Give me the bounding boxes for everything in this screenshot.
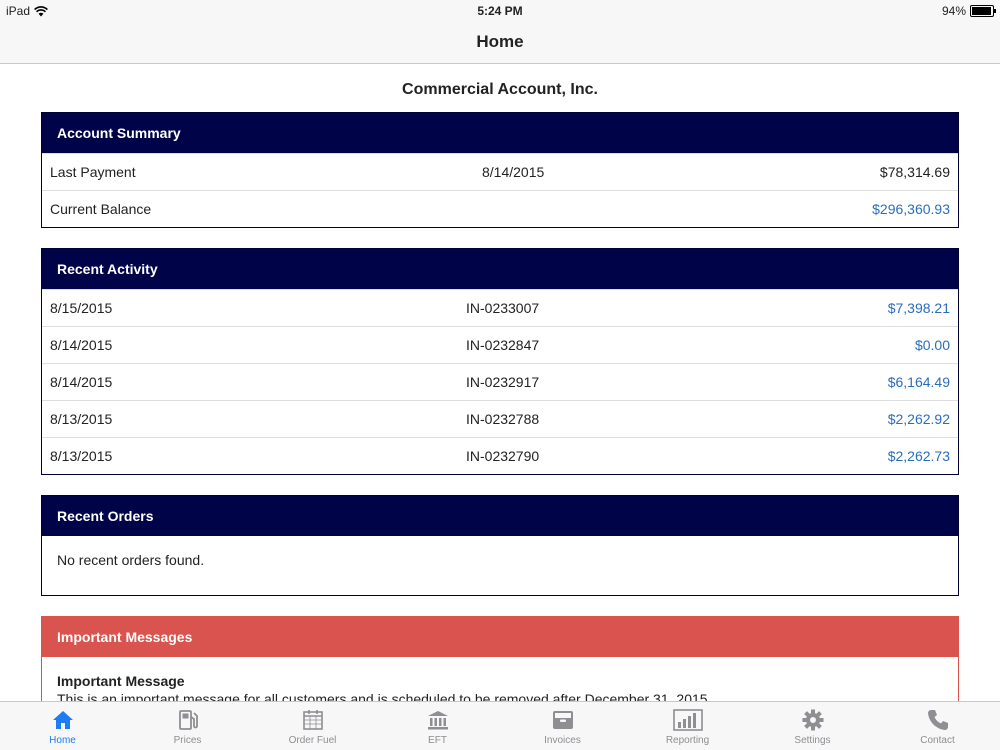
tab-label: Reporting [665,735,710,746]
tab-contact[interactable]: Contact [875,702,1000,750]
battery-icon [970,5,996,17]
nav-bar: Home [0,22,1000,64]
activity-date: 8/13/2015 [50,411,113,427]
activity-invoice: IN-0233007 [466,300,540,316]
tab-label: Home [49,735,76,746]
current-balance-amount[interactable]: $296,360.93 [872,191,950,227]
activity-invoice: IN-0232788 [466,411,540,427]
status-right: 94% [941,4,996,18]
bank-icon [427,711,448,730]
tab-label: Invoices [544,735,581,746]
last-payment-row[interactable]: Last Payment 8/14/2015 $78,314.69 [42,153,958,190]
tab-invoices[interactable]: Invoices [500,702,625,750]
activity-date: 8/13/2015 [50,448,113,464]
tab-settings[interactable]: Settings [750,702,875,750]
company-name: Commercial Account, Inc. [402,81,598,98]
recent-orders-header: Recent Orders [42,496,958,536]
tab-prices[interactable]: Prices [125,702,250,750]
activity-date: 8/14/2015 [50,337,113,353]
activity-row[interactable]: 8/13/2015 IN-0232788 $2,262.92 [42,400,958,437]
tab-order-fuel[interactable]: Order Fuel [250,702,375,750]
gear-icon [802,709,823,731]
activity-date: 8/15/2015 [50,300,113,316]
current-balance-row[interactable]: Current Balance $296,360.93 [42,190,958,227]
activity-row[interactable]: 8/14/2015 IN-0232917 $6,164.49 [42,363,958,400]
tab-bar: Home Prices Order Fuel EFT Invoices Repo… [0,701,1000,750]
activity-invoice: IN-0232847 [466,337,540,353]
file-box-icon [552,711,573,729]
activity-amount[interactable]: $2,262.92 [888,401,950,437]
last-payment-label: Last Payment [50,164,136,180]
activity-invoice: IN-0232790 [466,448,540,464]
tab-eft[interactable]: EFT [375,702,500,750]
tab-label: Contact [920,735,955,746]
recent-orders-panel: Recent Orders No recent orders found. [41,495,959,596]
activity-amount[interactable]: $0.00 [915,327,950,363]
last-payment-amount: $78,314.69 [879,164,950,180]
phone-icon [927,710,948,730]
last-payment-date: 8/14/2015 [482,164,545,180]
account-summary-panel: Account Summary Last Payment 8/14/2015 $… [41,112,959,228]
bar-chart-icon [672,709,703,731]
recent-activity-panel: Recent Activity 8/15/2015 IN-0233007 $7,… [41,248,959,475]
activity-amount[interactable]: $6,164.49 [888,364,950,400]
activity-amount[interactable]: $2,262.73 [888,438,950,474]
status-time: 5:24 PM [477,4,523,18]
activity-row[interactable]: 8/15/2015 IN-0233007 $7,398.21 [42,289,958,326]
important-message: Important Message This is an important m… [42,657,958,702]
activity-row[interactable]: 8/14/2015 IN-0232847 $0.00 [42,326,958,363]
tab-label: Settings [794,735,831,746]
current-balance-label: Current Balance [50,201,152,217]
home-icon [52,711,73,729]
account-summary-header: Account Summary [42,113,958,153]
important-messages-panel: Important Messages Important Message Thi… [41,616,959,702]
tab-label: Order Fuel [288,735,337,746]
recent-activity-header: Recent Activity [42,249,958,289]
tab-label: EFT [428,735,447,746]
important-messages-header: Important Messages [42,617,958,657]
activity-date: 8/14/2015 [50,374,113,390]
tab-reporting[interactable]: Reporting [625,702,750,750]
main-content[interactable]: Commercial Account, Inc. Account Summary… [0,64,1000,702]
recent-orders-empty: No recent orders found. [57,552,205,568]
battery-percent: 94% [941,4,966,18]
tab-label: Prices [173,735,202,746]
tab-home[interactable]: Home [0,702,125,750]
fuel-pump-icon [178,710,198,730]
status-bar: iPad 5:24 PM 94% [0,0,1000,22]
page-title: Home [476,32,524,51]
calendar-icon [302,710,323,730]
activity-invoice: IN-0232917 [466,374,540,390]
activity-amount[interactable]: $7,398.21 [888,290,950,326]
activity-row[interactable]: 8/13/2015 IN-0232790 $2,262.73 [42,437,958,474]
message-title: Important Message [57,673,185,689]
